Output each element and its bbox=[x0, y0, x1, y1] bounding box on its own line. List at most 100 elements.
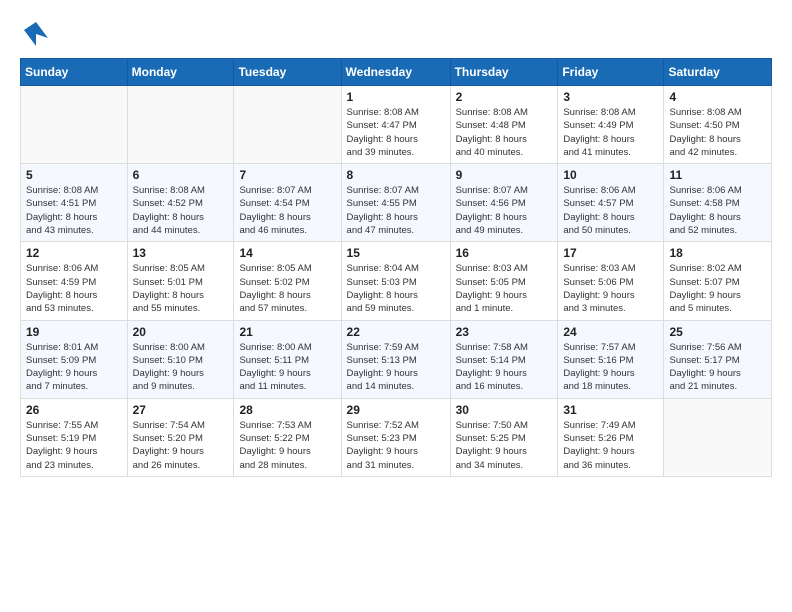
calendar-day-22: 22 Sunrise: 7:59 AM Sunset: 5:13 PM Dayli… bbox=[341, 320, 450, 398]
day-number: 7 bbox=[239, 168, 335, 182]
calendar-week-3: 12 Sunrise: 8:06 AM Sunset: 4:59 PM Dayli… bbox=[21, 242, 772, 320]
day-number: 16 bbox=[456, 246, 553, 260]
calendar-week-1: 1Sunrise: 8:08 AM Sunset: 4:47 PM Daylig… bbox=[21, 86, 772, 164]
calendar-day-12: 12 Sunrise: 8:06 AM Sunset: 4:59 PM Dayli… bbox=[21, 242, 128, 320]
calendar-day-26: 26 Sunrise: 7:55 AM Sunset: 5:19 PM Dayli… bbox=[21, 398, 128, 476]
calendar-day-29: 29Sunrise: 7:52 AM Sunset: 5:23 PM Dayli… bbox=[341, 398, 450, 476]
day-info: Sunrise: 8:05 AM Sunset: 5:01 PM Dayligh… bbox=[133, 262, 229, 315]
day-number: 31 bbox=[563, 403, 658, 417]
day-info: Sunrise: 8:00 AM Sunset: 5:10 PM Dayligh… bbox=[133, 341, 229, 394]
calendar-day-7: 7 Sunrise: 8:07 AM Sunset: 4:54 PM Daylig… bbox=[234, 164, 341, 242]
day-info: Sunrise: 8:08 AM Sunset: 4:50 PM Dayligh… bbox=[669, 106, 766, 159]
calendar-day-1: 1Sunrise: 8:08 AM Sunset: 4:47 PM Daylig… bbox=[341, 86, 450, 164]
day-info: Sunrise: 8:06 AM Sunset: 4:59 PM Dayligh… bbox=[26, 262, 122, 315]
calendar-day-30: 30 Sunrise: 7:50 AM Sunset: 5:25 PM Dayli… bbox=[450, 398, 558, 476]
empty-cell bbox=[127, 86, 234, 164]
day-info: Sunrise: 8:08 AM Sunset: 4:52 PM Dayligh… bbox=[133, 184, 229, 237]
day-number: 2 bbox=[456, 90, 553, 104]
day-info: Sunrise: 7:58 AM Sunset: 5:14 PM Dayligh… bbox=[456, 341, 553, 394]
calendar-day-17: 17Sunrise: 8:03 AM Sunset: 5:06 PM Dayli… bbox=[558, 242, 664, 320]
day-info: Sunrise: 8:01 AM Sunset: 5:09 PM Dayligh… bbox=[26, 341, 122, 394]
day-number: 21 bbox=[239, 325, 335, 339]
day-info: Sunrise: 8:07 AM Sunset: 4:56 PM Dayligh… bbox=[456, 184, 553, 237]
day-number: 20 bbox=[133, 325, 229, 339]
calendar-day-10: 10 Sunrise: 8:06 AM Sunset: 4:57 PM Dayli… bbox=[558, 164, 664, 242]
empty-cell bbox=[234, 86, 341, 164]
logo bbox=[20, 18, 54, 48]
calendar-day-11: 11 Sunrise: 8:06 AM Sunset: 4:58 PM Dayli… bbox=[664, 164, 772, 242]
calendar-table: SundayMondayTuesdayWednesdayThursdayFrid… bbox=[20, 58, 772, 477]
day-number: 23 bbox=[456, 325, 553, 339]
empty-cell bbox=[21, 86, 128, 164]
day-number: 24 bbox=[563, 325, 658, 339]
calendar-day-21: 21 Sunrise: 8:00 AM Sunset: 5:11 PM Dayli… bbox=[234, 320, 341, 398]
day-of-week-friday: Friday bbox=[558, 59, 664, 86]
day-info: Sunrise: 7:49 AM Sunset: 5:26 PM Dayligh… bbox=[563, 419, 658, 472]
page: SundayMondayTuesdayWednesdayThursdayFrid… bbox=[0, 0, 792, 612]
day-number: 14 bbox=[239, 246, 335, 260]
day-number: 15 bbox=[347, 246, 445, 260]
calendar-day-9: 9Sunrise: 8:07 AM Sunset: 4:56 PM Daylig… bbox=[450, 164, 558, 242]
day-number: 27 bbox=[133, 403, 229, 417]
day-number: 25 bbox=[669, 325, 766, 339]
day-info: Sunrise: 8:05 AM Sunset: 5:02 PM Dayligh… bbox=[239, 262, 335, 315]
calendar-day-13: 13 Sunrise: 8:05 AM Sunset: 5:01 PM Dayli… bbox=[127, 242, 234, 320]
calendar-day-27: 27Sunrise: 7:54 AM Sunset: 5:20 PM Dayli… bbox=[127, 398, 234, 476]
day-number: 19 bbox=[26, 325, 122, 339]
calendar-day-5: 5Sunrise: 8:08 AM Sunset: 4:51 PM Daylig… bbox=[21, 164, 128, 242]
calendar-day-15: 15 Sunrise: 8:04 AM Sunset: 5:03 PM Dayli… bbox=[341, 242, 450, 320]
calendar-day-2: 2Sunrise: 8:08 AM Sunset: 4:48 PM Daylig… bbox=[450, 86, 558, 164]
day-number: 8 bbox=[347, 168, 445, 182]
day-number: 6 bbox=[133, 168, 229, 182]
day-number: 13 bbox=[133, 246, 229, 260]
day-info: Sunrise: 8:06 AM Sunset: 4:58 PM Dayligh… bbox=[669, 184, 766, 237]
day-info: Sunrise: 8:04 AM Sunset: 5:03 PM Dayligh… bbox=[347, 262, 445, 315]
day-info: Sunrise: 7:50 AM Sunset: 5:25 PM Dayligh… bbox=[456, 419, 553, 472]
day-of-week-thursday: Thursday bbox=[450, 59, 558, 86]
day-info: Sunrise: 8:06 AM Sunset: 4:57 PM Dayligh… bbox=[563, 184, 658, 237]
day-number: 22 bbox=[347, 325, 445, 339]
day-of-week-wednesday: Wednesday bbox=[341, 59, 450, 86]
day-number: 28 bbox=[239, 403, 335, 417]
day-number: 3 bbox=[563, 90, 658, 104]
day-info: Sunrise: 8:03 AM Sunset: 5:06 PM Dayligh… bbox=[563, 262, 658, 315]
day-info: Sunrise: 8:02 AM Sunset: 5:07 PM Dayligh… bbox=[669, 262, 766, 315]
day-number: 5 bbox=[26, 168, 122, 182]
day-info: Sunrise: 8:03 AM Sunset: 5:05 PM Dayligh… bbox=[456, 262, 553, 315]
day-info: Sunrise: 8:08 AM Sunset: 4:47 PM Dayligh… bbox=[347, 106, 445, 159]
day-info: Sunrise: 7:53 AM Sunset: 5:22 PM Dayligh… bbox=[239, 419, 335, 472]
header bbox=[20, 18, 772, 48]
day-info: Sunrise: 8:07 AM Sunset: 4:54 PM Dayligh… bbox=[239, 184, 335, 237]
day-info: Sunrise: 7:59 AM Sunset: 5:13 PM Dayligh… bbox=[347, 341, 445, 394]
calendar-day-31: 31 Sunrise: 7:49 AM Sunset: 5:26 PM Dayli… bbox=[558, 398, 664, 476]
calendar-day-28: 28 Sunrise: 7:53 AM Sunset: 5:22 PM Dayli… bbox=[234, 398, 341, 476]
calendar-day-16: 16 Sunrise: 8:03 AM Sunset: 5:05 PM Dayli… bbox=[450, 242, 558, 320]
day-info: Sunrise: 7:55 AM Sunset: 5:19 PM Dayligh… bbox=[26, 419, 122, 472]
calendar-day-14: 14 Sunrise: 8:05 AM Sunset: 5:02 PM Dayli… bbox=[234, 242, 341, 320]
calendar-day-25: 25Sunrise: 7:56 AM Sunset: 5:17 PM Dayli… bbox=[664, 320, 772, 398]
day-info: Sunrise: 8:08 AM Sunset: 4:49 PM Dayligh… bbox=[563, 106, 658, 159]
day-of-week-saturday: Saturday bbox=[664, 59, 772, 86]
day-number: 18 bbox=[669, 246, 766, 260]
day-of-week-sunday: Sunday bbox=[21, 59, 128, 86]
calendar-day-23: 23 Sunrise: 7:58 AM Sunset: 5:14 PM Dayli… bbox=[450, 320, 558, 398]
empty-cell bbox=[664, 398, 772, 476]
day-info: Sunrise: 7:52 AM Sunset: 5:23 PM Dayligh… bbox=[347, 419, 445, 472]
day-number: 11 bbox=[669, 168, 766, 182]
calendar-day-4: 4Sunrise: 8:08 AM Sunset: 4:50 PM Daylig… bbox=[664, 86, 772, 164]
day-number: 12 bbox=[26, 246, 122, 260]
calendar-week-4: 19 Sunrise: 8:01 AM Sunset: 5:09 PM Dayli… bbox=[21, 320, 772, 398]
day-of-week-tuesday: Tuesday bbox=[234, 59, 341, 86]
calendar-day-8: 8Sunrise: 8:07 AM Sunset: 4:55 PM Daylig… bbox=[341, 164, 450, 242]
day-of-week-monday: Monday bbox=[127, 59, 234, 86]
logo-icon bbox=[20, 18, 50, 48]
day-number: 26 bbox=[26, 403, 122, 417]
day-number: 30 bbox=[456, 403, 553, 417]
calendar-day-3: 3 Sunrise: 8:08 AM Sunset: 4:49 PM Daylig… bbox=[558, 86, 664, 164]
day-info: Sunrise: 8:00 AM Sunset: 5:11 PM Dayligh… bbox=[239, 341, 335, 394]
calendar-day-24: 24Sunrise: 7:57 AM Sunset: 5:16 PM Dayli… bbox=[558, 320, 664, 398]
calendar-week-2: 5Sunrise: 8:08 AM Sunset: 4:51 PM Daylig… bbox=[21, 164, 772, 242]
calendar-day-20: 20 Sunrise: 8:00 AM Sunset: 5:10 PM Dayli… bbox=[127, 320, 234, 398]
calendar-day-18: 18 Sunrise: 8:02 AM Sunset: 5:07 PM Dayli… bbox=[664, 242, 772, 320]
day-number: 10 bbox=[563, 168, 658, 182]
